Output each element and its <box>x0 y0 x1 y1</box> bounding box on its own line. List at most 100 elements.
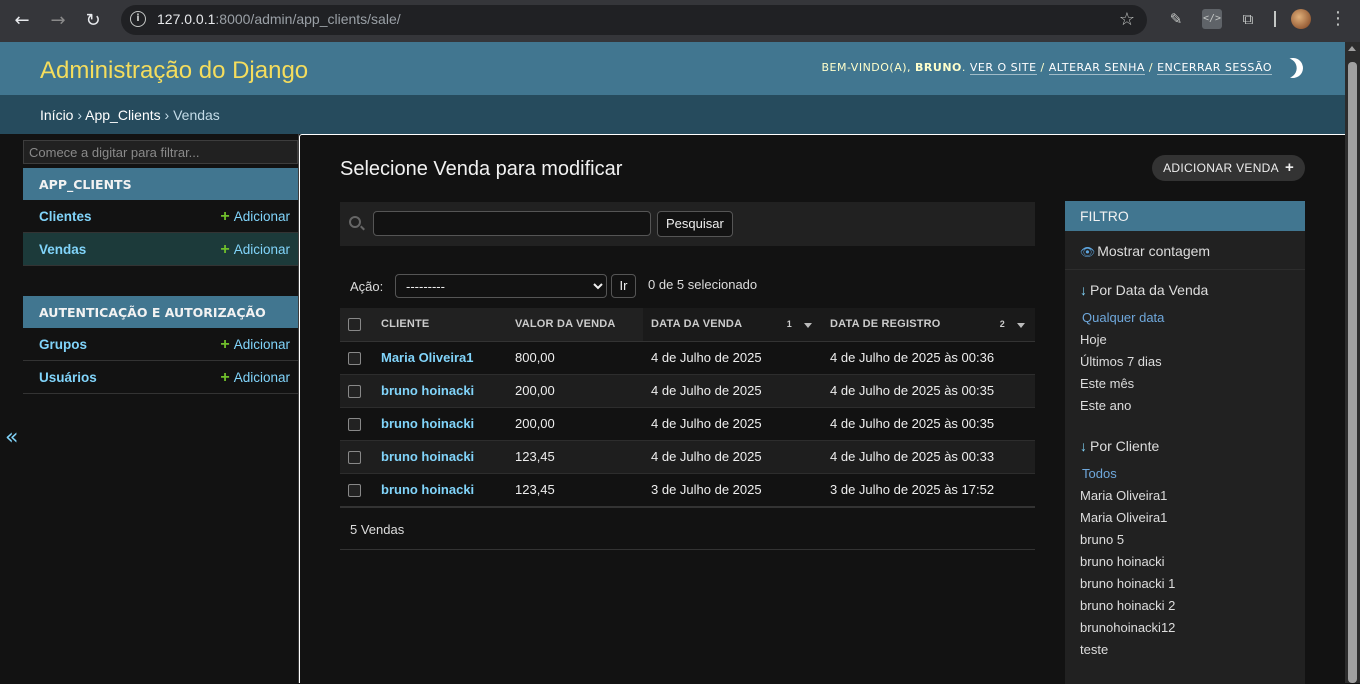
app-module-auth: Autenticação e Autorização Grupos + Adici… <box>23 296 298 394</box>
address-bar[interactable]: i 127.0.0.1:8000/admin/app_clients/sale/… <box>121 5 1147 35</box>
show-count-toggle[interactable]: 👁 Mostrar contagem <box>1065 231 1305 270</box>
site-header: Administração do Django Bem-vindo(a), br… <box>0 42 1345 95</box>
table-row: bruno hoinacki 200,00 4 de Julho de 2025… <box>340 407 1035 441</box>
add-sale-button[interactable]: Adicionar Venda + <box>1152 155 1305 181</box>
data-registro-cell: 4 de Julho de 2025 às 00:35 <box>822 407 1035 441</box>
select-all-checkbox[interactable] <box>348 317 361 331</box>
cliente-link[interactable]: bruno hoinacki <box>381 482 474 497</box>
data-venda-cell: 4 de Julho de 2025 <box>643 440 822 474</box>
sidebar-item-clientes[interactable]: Clientes + Adicionar <box>23 200 298 233</box>
app-caption[interactable]: App_Clients <box>23 168 298 200</box>
data-registro-cell: 4 de Julho de 2025 às 00:36 <box>822 341 1035 375</box>
cliente-link[interactable]: Maria Oliveira1 <box>381 350 474 365</box>
plus-icon: + <box>220 241 230 258</box>
add-link[interactable]: + Adicionar <box>220 241 290 259</box>
reload-icon[interactable]: ↻ <box>80 8 106 34</box>
url-text[interactable]: 127.0.0.1:8000/admin/app_clients/sale/ <box>157 11 401 27</box>
row-checkbox[interactable] <box>348 352 361 366</box>
column-header-data-registro[interactable]: Data de registro 2 <box>822 308 1035 342</box>
row-checkbox[interactable] <box>348 418 361 432</box>
filter-option[interactable]: Últimos 7 dias <box>1080 354 1290 376</box>
valor-cell: 800,00 <box>507 341 643 375</box>
sort-descending-icon[interactable] <box>1017 323 1025 328</box>
eyedropper-icon[interactable]: ✎ <box>1166 9 1186 29</box>
filter-option[interactable]: bruno hoinacki <box>1080 554 1290 576</box>
welcome-text: Bem-vindo(a), <box>821 61 912 74</box>
filter-option[interactable]: bruno hoinacki 2 <box>1080 598 1290 620</box>
page-scrollbar[interactable] <box>1345 42 1360 683</box>
go-button[interactable]: Ir <box>611 274 636 298</box>
model-link[interactable]: Vendas <box>39 242 86 257</box>
row-checkbox[interactable] <box>348 484 361 498</box>
breadcrumb-app[interactable]: App_Clients <box>85 107 161 123</box>
site-info-icon[interactable]: i <box>130 11 146 27</box>
changelist-filter: Filtro 👁 Mostrar contagem ↓ Por Data da Ve… <box>1065 201 1305 684</box>
valor-cell: 200,00 <box>507 407 643 441</box>
valor-cell: 200,00 <box>507 374 643 408</box>
filter-option[interactable]: bruno hoinacki 1 <box>1080 576 1290 598</box>
avatar[interactable] <box>1291 9 1311 29</box>
filter-option[interactable]: brunohoinacki12 <box>1080 620 1290 642</box>
filter-group-title[interactable]: ↓ Por Data da Venda <box>1080 282 1290 298</box>
forward-arrow-icon[interactable]: → <box>45 8 71 34</box>
star-icon[interactable]: ☆ <box>1119 9 1135 30</box>
sort-priority: 2 <box>999 319 1005 329</box>
extensions-icon[interactable]: ⧉ <box>1238 9 1258 29</box>
sidebar-item-usuarios[interactable]: Usuários + Adicionar <box>23 361 298 394</box>
app-caption[interactable]: Autenticação e Autorização <box>23 296 298 328</box>
breadcrumb-home[interactable]: Início <box>40 107 73 123</box>
change-password-link[interactable]: Alterar senha <box>1048 61 1145 75</box>
filter-option[interactable]: Hoje <box>1080 332 1290 354</box>
filter-option[interactable]: Maria Oliveira1 <box>1080 510 1290 532</box>
scroll-up-arrow-icon[interactable] <box>1348 46 1356 51</box>
model-link[interactable]: Clientes <box>39 209 92 224</box>
search-input[interactable] <box>373 211 651 236</box>
sort-priority: 1 <box>786 319 792 329</box>
filter-group-title[interactable]: ↓ Por Cliente <box>1080 438 1290 454</box>
filter-option[interactable]: Este mês <box>1080 376 1290 398</box>
column-header-valor[interactable]: Valor da venda <box>507 308 643 342</box>
row-checkbox[interactable] <box>348 385 361 399</box>
back-arrow-icon[interactable]: ← <box>9 8 35 34</box>
cliente-link[interactable]: bruno hoinacki <box>381 383 474 398</box>
table-row: bruno hoinacki 123,45 4 de Julho de 2025… <box>340 440 1035 474</box>
scrollbar-thumb[interactable] <box>1348 62 1357 683</box>
table-row: bruno hoinacki 123,45 3 de Julho de 2025… <box>340 473 1035 507</box>
column-header-cliente[interactable]: Cliente <box>373 308 507 342</box>
action-select[interactable]: --------- <box>395 274 607 298</box>
add-link[interactable]: + Adicionar <box>220 369 290 387</box>
moon-icon[interactable] <box>1280 55 1306 81</box>
sort-descending-icon[interactable] <box>804 323 812 328</box>
view-site-link[interactable]: Ver o site <box>969 61 1037 75</box>
search-button[interactable]: Pesquisar <box>657 211 733 237</box>
data-venda-cell: 4 de Julho de 2025 <box>643 341 822 375</box>
valor-cell: 123,45 <box>507 440 643 474</box>
nav-filter-input[interactable] <box>23 140 298 164</box>
filter-option[interactable]: Qualquer data <box>1080 310 1290 332</box>
table-row: Maria Oliveira1 800,00 4 de Julho de 202… <box>340 341 1035 375</box>
site-branding[interactable]: Administração do Django <box>40 57 308 85</box>
toggle-sidebar-button[interactable]: « <box>5 425 18 450</box>
plus-icon: + <box>220 208 230 225</box>
filter-option[interactable]: Todos <box>1080 466 1290 488</box>
add-link[interactable]: + Adicionar <box>220 336 290 354</box>
sidebar-item-grupos[interactable]: Grupos + Adicionar <box>23 328 298 361</box>
eye-icon: 👁 <box>1080 245 1096 259</box>
column-header-data-venda[interactable]: Data da venda 1 <box>643 308 822 342</box>
sidebar-item-vendas[interactable]: Vendas + Adicionar <box>23 233 298 266</box>
filter-option[interactable]: Maria Oliveira1 <box>1080 488 1290 510</box>
model-link[interactable]: Usuários <box>39 370 97 385</box>
more-icon[interactable]: ⋮ <box>1328 9 1348 29</box>
logout-link[interactable]: Encerrar sessão <box>1157 61 1272 75</box>
filter-option[interactable]: Este ano <box>1080 398 1290 420</box>
model-link[interactable]: Grupos <box>39 337 87 352</box>
row-checkbox[interactable] <box>348 451 361 465</box>
breadcrumb: Início › App_Clients › Vendas <box>0 95 1345 134</box>
filter-option[interactable]: bruno 5 <box>1080 532 1290 554</box>
cliente-link[interactable]: bruno hoinacki <box>381 416 474 431</box>
cliente-link[interactable]: bruno hoinacki <box>381 449 474 464</box>
add-link[interactable]: + Adicionar <box>220 208 290 226</box>
devtools-icon[interactable]: </> <box>1202 9 1222 29</box>
filter-option[interactable]: teste <box>1080 642 1290 664</box>
data-registro-cell: 4 de Julho de 2025 às 00:35 <box>822 374 1035 408</box>
